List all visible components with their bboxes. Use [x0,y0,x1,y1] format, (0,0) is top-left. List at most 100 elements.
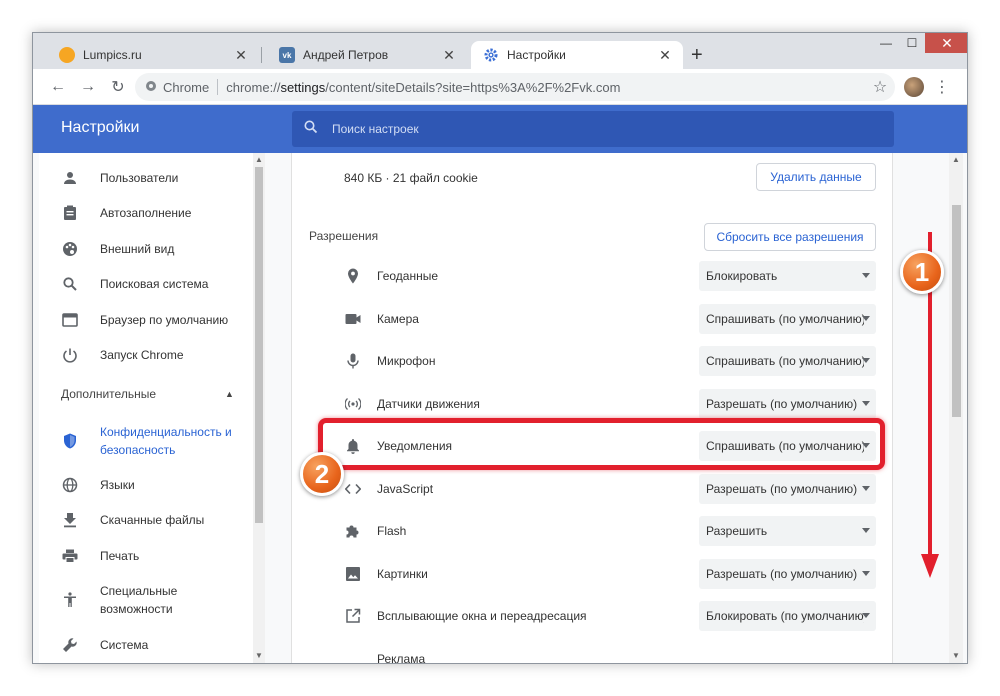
address-bar[interactable]: Chrome chrome://settings/content/siteDet… [135,73,895,101]
sidebar-item-search-engine[interactable]: Поисковая система [39,274,259,294]
settings-search-input[interactable]: Поиск настроек [292,111,894,147]
forward-arrow-icon[interactable]: → [73,72,103,102]
dropdown-caret-icon [862,613,870,618]
toolbar: ← → ↻ Chrome chrome://settings/content/s… [33,69,967,105]
permission-select-value: Разрешать (по умолчанию) [706,481,858,496]
close-tab-icon[interactable]: ✕ [441,47,457,64]
window-controls: — ☐ ✕ [873,33,967,53]
sidebar-item-languages[interactable]: Языки [39,475,259,495]
permission-row: JavaScript Разрешать (по умолчанию) [292,468,894,510]
puzzle-icon [344,522,362,540]
page-scrollbar[interactable]: ▲ ▼ [949,153,963,663]
sidebar-item-appearance[interactable]: Внешний вид [39,239,259,259]
location-icon [344,267,362,285]
code-icon [344,480,362,498]
permission-select[interactable]: Блокировать [699,261,876,291]
tab-title: Lumpics.ru [83,48,142,62]
sidebar-item-users[interactable]: Пользователи [39,168,259,188]
scroll-down-arrow-icon[interactable]: ▼ [950,651,962,660]
scroll-up-arrow-icon[interactable]: ▲ [950,155,962,164]
clipboard-icon [61,204,79,222]
site-details-card: 840 КБ · 21 файл cookie Удалить данные Р… [291,153,894,663]
sidebar-item-startup[interactable]: Запуск Chrome [39,345,259,365]
avatar[interactable] [899,72,929,102]
step-badge-1: 1 [900,250,944,294]
sidebar-item-print[interactable]: Печать [39,546,259,566]
page-title: Настройки [61,119,140,136]
tab-title: Настройки [507,48,566,62]
permission-select[interactable]: Спрашивать (по умолчанию) [699,303,876,334]
scroll-up-arrow-icon[interactable]: ▲ [253,155,265,164]
tab-title: Андрей Петров [303,48,389,62]
sidebar-item-autofill[interactable]: Автозаполнение [39,203,259,223]
settings-header: Настройки Поиск настроек [33,105,967,153]
permission-select-value: Разрешить [706,524,768,538]
permission-select[interactable]: Спрашивать (по умолчанию) [699,346,876,376]
back-arrow-icon[interactable]: ← [43,72,73,102]
chrome-chip-label: Chrome [163,79,210,95]
scrollbar-thumb[interactable] [255,167,263,523]
close-window-button[interactable]: ✕ [925,33,967,53]
permission-select[interactable]: Разрешать (по умолчанию) [699,558,876,589]
scroll-down-arrow-icon[interactable]: ▼ [253,651,265,660]
sensors-icon [344,395,362,413]
dropdown-caret-icon [862,485,870,491]
gear-icon [483,47,499,63]
scrollbar-thumb[interactable] [952,205,961,417]
permission-label: JavaScript [377,481,434,496]
step-badge-2: 2 [300,452,344,496]
tab-settings[interactable]: Настройки ✕ [471,41,683,69]
tab-vk[interactable]: vk Андрей Петров ✕ [267,41,467,69]
permission-select[interactable]: Разрешить [699,516,876,546]
permission-label: Геоданные [377,269,439,283]
settings-content: Пользователи Автозаполнение Внешний вид … [33,153,967,663]
dropdown-caret-icon [862,528,870,533]
sidebar-item-default-browser[interactable]: Браузер по умолчанию [39,310,259,330]
permission-row: Flash Разрешить [292,510,894,552]
search-icon [61,275,79,293]
lumpics-favicon [59,47,75,63]
clear-data-button[interactable]: Удалить данные [756,163,876,191]
permission-select[interactable]: Блокировать (по умолчанию) [699,601,876,631]
chrome-info-icon[interactable] [145,80,157,95]
minimize-button[interactable]: — [873,33,899,53]
permission-select-value: Разрешать (по умолчанию) [706,396,858,411]
popup-icon [344,607,362,625]
camera-icon [344,310,362,328]
wrench-icon [61,636,79,654]
tab-strip: Lumpics.ru ✕ vk Андрей Петров ✕ Настройк… [33,33,967,69]
permission-row: Микрофон Спрашивать (по умолчанию) [292,340,894,382]
search-placeholder: Поиск настроек [332,122,419,136]
sidebar-scrollbar[interactable]: ▲ ▼ [253,153,265,663]
sidebar-item-downloads[interactable]: Скачанные файлы [39,510,259,530]
power-icon [61,346,79,364]
menu-dots-icon[interactable]: ⋮ [927,72,957,102]
person-icon [61,169,79,187]
permission-label: Всплывающие окна и переадресация [377,609,587,623]
permission-select-value: Спрашивать (по умолчанию) [706,311,864,326]
dropdown-caret-icon [862,570,870,576]
reload-icon[interactable]: ↻ [103,72,133,102]
sidebar-item-accessibility[interactable]: Специальные возможности [39,582,259,618]
site-usage: 840 КБ · 21 файл cookie [344,171,478,185]
dropdown-caret-icon [862,400,870,406]
sidebar-item-privacy[interactable]: Конфиденциальность и безопасность [39,423,259,459]
sidebar-item-system[interactable]: Система [39,635,259,655]
tab-lumpics[interactable]: Lumpics.ru ✕ [47,41,259,69]
globe-icon [61,476,79,494]
star-icon[interactable]: ☆ [865,72,895,102]
permission-label: Картинки [377,566,428,581]
permission-row: Камера Спрашивать (по умолчанию) [292,298,894,340]
permission-label: Микрофон [377,354,436,368]
close-tab-icon[interactable]: ✕ [233,47,249,64]
sidebar-section-advanced[interactable]: Дополнительные [61,387,156,401]
reset-permissions-button[interactable]: Сбросить все разрешения [704,223,876,251]
permission-select-value: Блокировать (по умолчанию) [706,609,864,623]
new-tab-button[interactable]: + [691,45,703,65]
chevron-up-icon[interactable]: ▲ [225,389,234,399]
permission-select[interactable]: Разрешать (по умолчанию) [699,473,876,504]
url-text: chrome://settings/content/siteDetails?si… [226,79,621,95]
permission-select[interactable]: Разрешать (по умолчанию) [699,388,876,419]
maximize-button[interactable]: ☐ [899,33,925,53]
close-tab-icon[interactable]: ✕ [657,47,673,64]
